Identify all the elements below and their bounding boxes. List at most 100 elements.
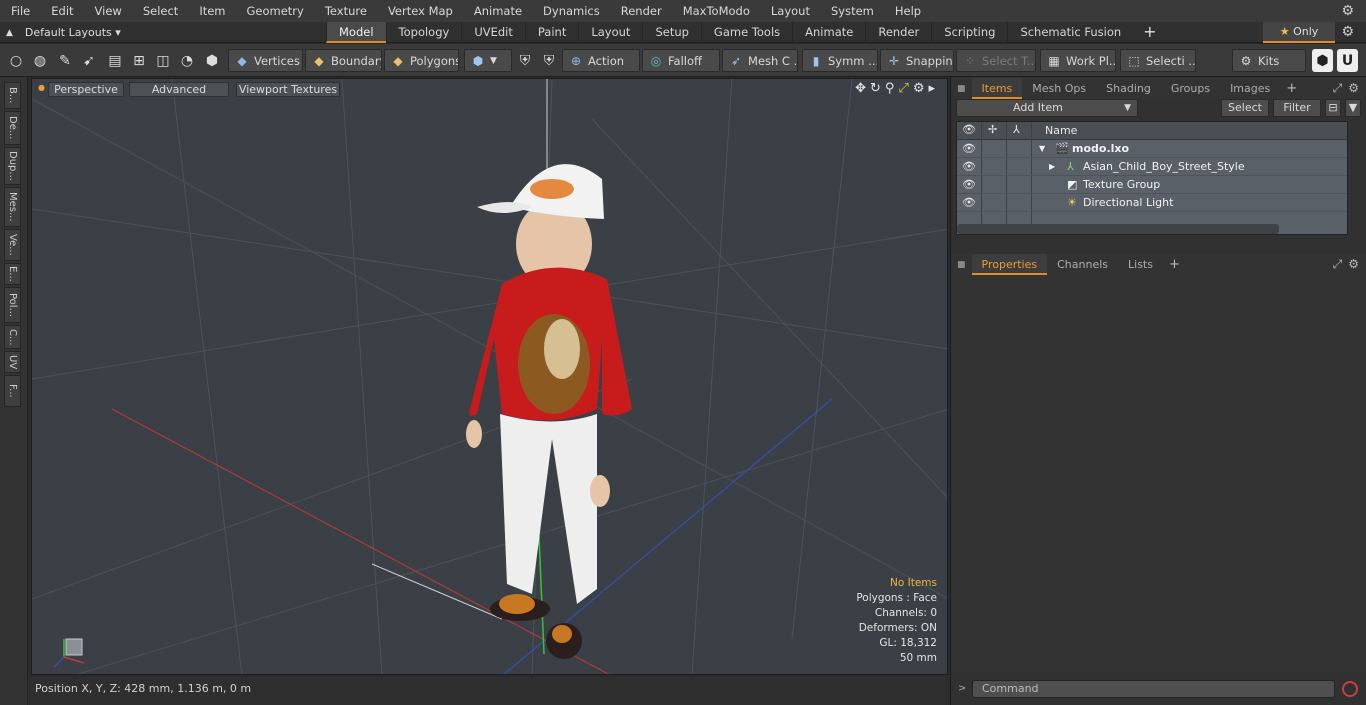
vertices-button[interactable]: ◆ Vertices (228, 49, 303, 72)
left-tab-curve[interactable]: C... (4, 325, 21, 349)
mesh-constraint-button[interactable]: ➶ Mesh C ... (722, 49, 798, 72)
left-tab-polygon[interactable]: Pol... (4, 287, 21, 323)
viewport-dot-icon[interactable]: ● (38, 83, 45, 92)
globe-icon[interactable]: ◍ (29, 49, 51, 72)
polygons-button[interactable]: ◆ Polygons (384, 49, 459, 72)
panel-gear-icon[interactable]: ⚙ (1348, 81, 1359, 96)
menu-maxtomodo[interactable]: MaxToModo (672, 0, 760, 22)
item-list-scrollbar[interactable] (957, 224, 1279, 234)
brush-icon[interactable]: ➹ (78, 49, 100, 72)
tab-mesh-ops[interactable]: Mesh Ops (1022, 78, 1096, 99)
eye-icon[interactable]: 👁 (962, 158, 976, 175)
default-layouts-dropdown[interactable]: Default Layouts ▾ (25, 26, 121, 39)
tab-setup[interactable]: Setup (642, 22, 700, 43)
menu-view[interactable]: View (84, 0, 132, 22)
item-row-scene[interactable]: 👁 ▼ 🎬 modo.lxo (957, 140, 1347, 158)
boundary-button[interactable]: ◆ Boundary (305, 49, 382, 72)
add-item-dropdown[interactable]: Add Item ▼ (956, 99, 1138, 117)
selection-sets-button[interactable]: ⬚ Selecti ... (1120, 49, 1196, 72)
eye-icon[interactable]: 👁 (962, 194, 976, 211)
record-icon[interactable] (1342, 681, 1358, 697)
filter-button[interactable]: Filter (1273, 99, 1321, 117)
funnel-icon[interactable]: ▼ (1345, 99, 1361, 117)
tab-channels[interactable]: Channels (1047, 254, 1118, 275)
unity-icon[interactable]: ⬢ (1312, 49, 1333, 72)
viewport-arrow-icon[interactable]: ▸ (928, 81, 935, 96)
menu-help[interactable]: Help (884, 0, 931, 22)
menu-texture[interactable]: Texture (314, 0, 377, 22)
left-tab-edge[interactable]: E... (4, 263, 21, 285)
expand-panel-icon[interactable]: ⤢ (1333, 81, 1343, 96)
tab-schematic-fusion[interactable]: Schematic Fusion (1007, 22, 1133, 43)
zoom-icon[interactable]: ⚲ (885, 81, 895, 96)
menu-item[interactable]: Item (188, 0, 235, 22)
symmetry-button[interactable]: ▮ Symm ... (802, 49, 878, 72)
panel-dot-icon[interactable]: ■ (951, 84, 972, 94)
align-icon[interactable]: ▤ (104, 49, 126, 72)
viewport-gear-icon[interactable]: ⚙ (913, 81, 925, 96)
left-tab-fusion[interactable]: F... (4, 375, 21, 407)
menu-file[interactable]: File (0, 0, 40, 22)
collapse-icon[interactable]: ⊟ (1325, 99, 1341, 117)
orbit-icon[interactable]: ↻ (870, 81, 881, 96)
name-column-header[interactable]: Name (1045, 124, 1077, 137)
item-row-light[interactable]: 👁 ☀ Directional Light (957, 194, 1347, 212)
menu-animate[interactable]: Animate (463, 0, 532, 22)
menu-select[interactable]: Select (132, 0, 188, 22)
cube-item-icon[interactable]: ⬢ (201, 49, 223, 72)
rotate-icon[interactable]: ◔ (176, 49, 198, 72)
panel-dot-icon[interactable]: ■ (951, 260, 972, 270)
add-panel-tab-icon[interactable]: + (1280, 81, 1303, 96)
unreal-icon[interactable]: U (1337, 49, 1358, 72)
add-tab-icon[interactable]: + (1133, 22, 1166, 43)
expand-arrow-icon[interactable]: ▶ (1049, 158, 1055, 175)
tab-shading[interactable]: Shading (1096, 78, 1161, 99)
left-tab-mesh-edit[interactable]: Mes... (4, 187, 21, 227)
tab-items[interactable]: Items (971, 78, 1023, 99)
pan-icon[interactable]: ✥ (855, 81, 866, 96)
menu-geometry[interactable]: Geometry (236, 0, 314, 22)
transform-icon[interactable]: ⊞ (128, 49, 150, 72)
tab-layout[interactable]: Layout (578, 22, 642, 43)
kits-button[interactable]: ⚙ Kits (1232, 49, 1306, 72)
eye-icon[interactable]: 👁 (962, 140, 976, 157)
action-center-button[interactable]: ⊕ Action (562, 49, 640, 72)
expand-properties-icon[interactable]: ⤢ (1333, 257, 1343, 272)
tab-uvedit[interactable]: UVEdit (461, 22, 525, 43)
snapping-button[interactable]: ✛ Snapping (880, 49, 954, 72)
select-through-button[interactable]: ⁘ Select T... (956, 49, 1036, 72)
menu-dynamics[interactable]: Dynamics (532, 0, 610, 22)
layout-up-icon[interactable]: ▲ (6, 28, 13, 38)
gear-icon[interactable]: ⚙ (1341, 3, 1354, 19)
circle-select-icon[interactable]: ○ (5, 49, 27, 72)
properties-gear-icon[interactable]: ⚙ (1348, 257, 1359, 272)
menu-render[interactable]: Render (610, 0, 672, 22)
left-tab-deform[interactable]: De... (4, 111, 21, 145)
pen-tool-icon[interactable]: ✎ (54, 49, 76, 72)
tab-animate[interactable]: Animate (792, 22, 865, 43)
item-row-texture-group[interactable]: 👁 ◩ Texture Group (957, 176, 1347, 194)
menu-edit[interactable]: Edit (40, 0, 83, 22)
tab-images[interactable]: Images (1220, 78, 1280, 99)
left-tab-duplicate[interactable]: Dup... (4, 147, 21, 185)
select-button[interactable]: Select (1221, 99, 1269, 117)
tab-groups[interactable]: Groups (1161, 78, 1220, 99)
command-input[interactable]: Command (972, 680, 1335, 698)
maximize-icon[interactable]: ⤢ (898, 81, 908, 96)
viewport-textures-button[interactable]: Viewport Textures (236, 82, 340, 97)
left-tab-uv[interactable]: UV (4, 351, 21, 373)
square-select-icon[interactable]: ◫ (152, 49, 174, 72)
tab-render[interactable]: Render (865, 22, 931, 43)
menu-vertex-map[interactable]: Vertex Map (377, 0, 463, 22)
tab-scripting[interactable]: Scripting (931, 22, 1007, 43)
only-toggle[interactable]: ★ Only (1263, 22, 1335, 43)
menu-system[interactable]: System (820, 0, 884, 22)
add-properties-tab-icon[interactable]: + (1163, 257, 1186, 272)
tab-properties[interactable]: Properties (971, 254, 1048, 275)
tab-game-tools[interactable]: Game Tools (700, 22, 792, 43)
shield-right-icon[interactable]: ⛨ (538, 49, 560, 72)
item-row-mesh[interactable]: 👁 ▶ ⅄ Asian_Child_Boy_Street_Style (957, 158, 1347, 176)
advanced-button[interactable]: Advanced (129, 82, 229, 97)
item-mode-dropdown[interactable]: ⬢ ▼ (464, 49, 512, 72)
tab-paint[interactable]: Paint (524, 22, 578, 43)
